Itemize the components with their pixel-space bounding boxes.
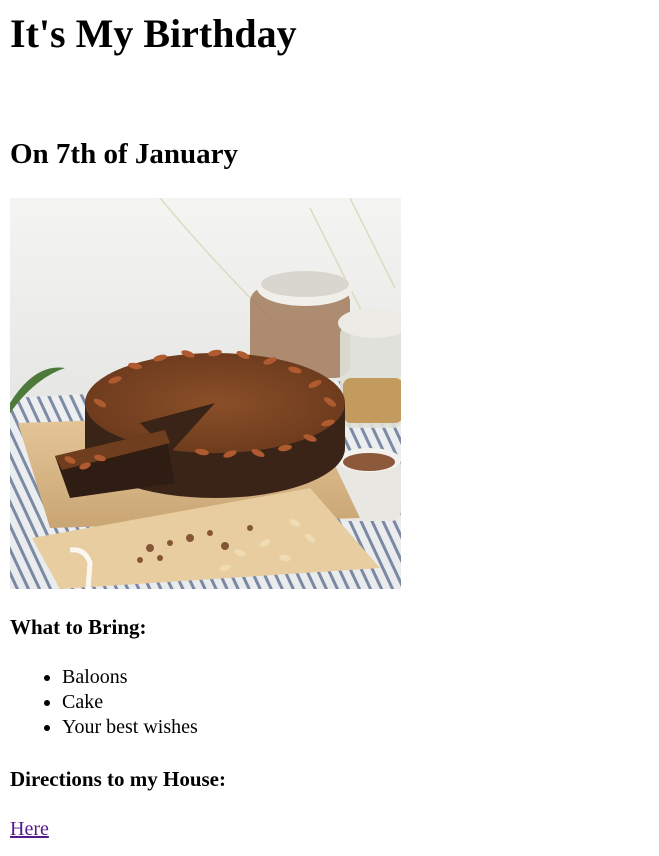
directions-link[interactable]: Here [10, 816, 49, 842]
cake-photo [10, 198, 401, 589]
list-item: Baloons [62, 665, 198, 690]
bring-heading: What to Bring: [10, 615, 147, 639]
page-title: It's My Birthday [10, 11, 297, 56]
bring-list: Baloons Cake Your best wishes [10, 665, 198, 740]
date-heading: On 7th of January [10, 138, 239, 170]
directions-heading: Directions to my House: [10, 767, 226, 791]
list-item: Cake [62, 690, 198, 715]
list-item: Your best wishes [62, 715, 198, 740]
